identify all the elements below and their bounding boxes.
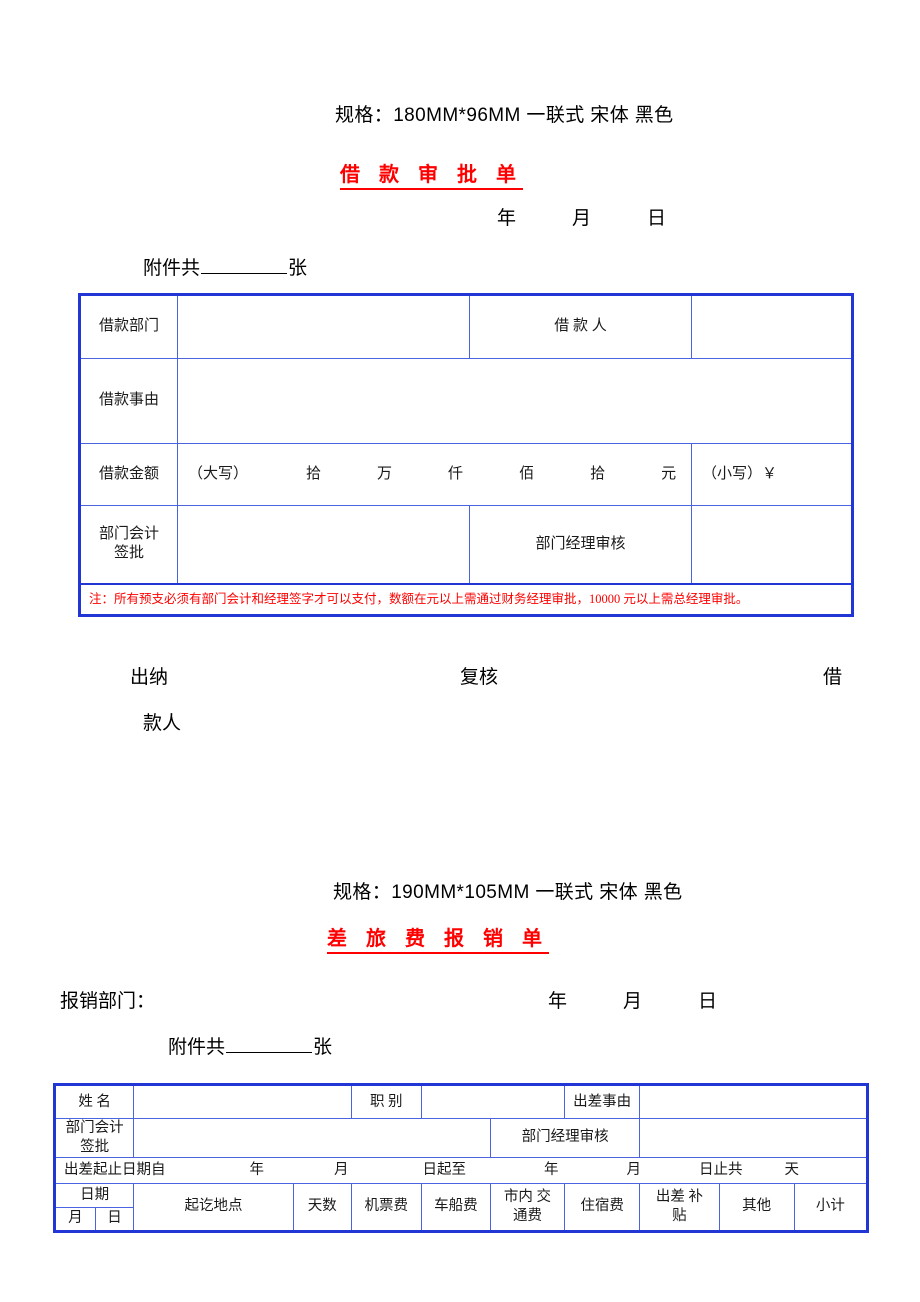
form1-amount-unit-0: 拾 <box>306 465 322 482</box>
form2-cell-accountant-label: 部门会计签批 <box>53 1118 135 1158</box>
form2-header-allowance: 出差 补 贴 <box>639 1182 720 1232</box>
form2-attachment-prefix: 附件共 <box>168 1037 226 1058</box>
form1-accountant-label-line2: 签批 <box>113 545 144 562</box>
table-row: 借款事由 <box>79 358 853 444</box>
form2-header-route: 起讫地点 <box>133 1182 294 1232</box>
form1-cell-accountant-value[interactable] <box>177 505 470 584</box>
form2-trip-dayto: 日止共 <box>699 1161 743 1178</box>
table-row: 部门会计签批 部门经理审核 <box>53 1118 868 1158</box>
form2-header-lodging: 住宿费 <box>564 1182 641 1232</box>
form1-footer-borrower-part1: 借 <box>823 667 843 688</box>
form2-department-label: 报销部门： <box>60 991 156 1012</box>
form1-date-line: 年月日 <box>497 203 666 230</box>
form2-cell-name-label: 姓 名 <box>53 1084 135 1119</box>
form2-header-transport-fare: 车船费 <box>420 1182 491 1232</box>
form2-header-city-transport: 市内 交 通费 <box>489 1182 566 1232</box>
form2-header-city-transport-line2: 通费 <box>512 1207 542 1224</box>
form2-attachment-suffix: 张 <box>313 1037 333 1058</box>
table-row: 注：所有预支必须有部门会计和经理签字才可以支付，数额在元以上需通过财务经理审批，… <box>79 582 853 616</box>
form1-amount-unit-1: 万 <box>377 465 393 482</box>
form1-cell-reason-value[interactable] <box>177 358 853 444</box>
form1-amount-unit-4: 拾 <box>590 465 606 482</box>
form1-attachment-prefix: 附件共 <box>143 258 201 279</box>
form2-cell-purpose-value[interactable] <box>639 1084 868 1119</box>
form2-date-month: 月 <box>623 991 643 1012</box>
form1-attachment-blank[interactable] <box>201 259 288 274</box>
table-row: 姓 名 职 别 出差事由 <box>53 1084 868 1119</box>
form1-cell-dept-value[interactable] <box>177 294 470 359</box>
form2-header-date-month: 月 <box>54 1206 96 1232</box>
form2-cell-position-label: 职 别 <box>350 1084 422 1119</box>
form1-spec-line: 规格：180MM*96MM 一联式 宋体 黑色 <box>335 105 674 126</box>
table-row: 借款金额 （大写） 拾 万 仟 佰 拾 元 （小写）￥ <box>79 443 853 506</box>
form2-table: 姓 名 职 别 出差事由 部门会计签批 部门经理审核 出差起止日期自年月日起至年… <box>53 1083 869 1233</box>
form2-header-airfare: 机票费 <box>350 1182 422 1232</box>
form2-attachment-line: 附件共 张 <box>168 1032 332 1059</box>
form2-date-day: 日 <box>698 991 718 1012</box>
form1-cell-manager-value[interactable] <box>691 505 853 584</box>
table-row: 借款部门 借 款 人 <box>79 294 853 359</box>
table-row: 出差起止日期自 年 月 日起至 年 月 日止共 天 <box>54 1156 868 1184</box>
form2-header-other: 其他 <box>718 1182 795 1232</box>
form2-attachment-blank[interactable] <box>226 1038 313 1053</box>
form2-cell-purpose-label: 出差事由 <box>564 1084 641 1119</box>
table-row: 部门会计 签批 部门经理审核 <box>79 505 853 584</box>
form2-spec-line: 规格：190MM*105MM 一联式 宋体 黑色 <box>333 882 683 903</box>
form1-cell-amount-capital[interactable]: （大写） 拾 万 仟 佰 拾 元 <box>177 443 692 506</box>
form1-date-day: 日 <box>647 208 667 229</box>
form1-footer-cashier: 出纳 <box>130 667 169 688</box>
form2-header-subtotal: 小计 <box>793 1182 869 1232</box>
form2-header-date-day: 日 <box>94 1206 135 1232</box>
form1-amount-capital-prefix: （大写） <box>188 465 249 482</box>
form2-cell-name-value[interactable] <box>133 1084 352 1119</box>
form2-title: 差 旅 费 报 销 单 <box>327 922 549 954</box>
form2-date-line: 年月日 <box>548 986 717 1013</box>
form1-accountant-label-line1: 部门会计 <box>98 525 159 542</box>
form2-date-year: 年 <box>548 991 568 1012</box>
form2-cell-position-value[interactable] <box>420 1084 566 1119</box>
form2-trip-year2: 年 <box>544 1161 559 1178</box>
form1-table: 借款部门 借 款 人 借款事由 借款金额 （大写） 拾 万 仟 佰 拾 元 （小写）￥ 部门… <box>78 293 854 617</box>
document-page: 规格：180MM*96MM 一联式 宋体 黑色 借 款 审 批 单 年月日 附件… <box>0 0 920 1302</box>
form1-cell-accountant-label: 部门会计 签批 <box>79 505 178 584</box>
form2-trip-dayfrom: 日起至 <box>422 1161 467 1178</box>
form1-title: 借 款 审 批 单 <box>340 158 523 190</box>
form1-note: 注：所有预支必须有部门会计和经理签字才可以支付，数额在元以上需通过财务经理审批，… <box>79 582 853 616</box>
form1-cell-borrower-label: 借 款 人 <box>469 294 692 359</box>
form1-cell-amount-label: 借款金额 <box>79 443 178 506</box>
form1-date-month: 月 <box>572 208 592 229</box>
form2-cell-manager-label: 部门经理审核 <box>489 1118 641 1158</box>
form1-cell-borrower-value[interactable] <box>691 294 853 359</box>
form2-trip-date-range[interactable]: 出差起止日期自 年 月 日起至 年 月 日止共 天 <box>54 1156 868 1184</box>
form1-cell-reason-label: 借款事由 <box>79 358 178 444</box>
form1-amount-unit-3: 佰 <box>519 465 535 482</box>
form1-attachment-line: 附件共 张 <box>143 253 307 280</box>
form2-trip-year1: 年 <box>249 1161 265 1178</box>
form2-trip-month1: 月 <box>334 1161 349 1178</box>
form1-cell-manager-label: 部门经理审核 <box>469 505 692 584</box>
form2-trip-month2: 月 <box>626 1161 642 1178</box>
form2-header-allowance-line2: 贴 <box>672 1207 687 1224</box>
form1-amount-unit-5: 元 <box>661 465 677 482</box>
form1-amount-unit-2: 仟 <box>448 465 464 482</box>
form2-cell-manager-value[interactable] <box>639 1118 868 1158</box>
form1-footer-borrower-part2: 款人 <box>143 713 182 734</box>
form1-date-year: 年 <box>497 208 517 229</box>
form2-header-date-group: 日期 <box>53 1182 135 1208</box>
form2-header-allowance-line1: 出差 补 <box>655 1188 703 1205</box>
form2-trip-prefix: 出差起止日期自 <box>64 1161 166 1178</box>
form1-cell-amount-lowercase[interactable]: （小写）￥ <box>691 443 853 506</box>
form2-trip-days: 天 <box>784 1161 800 1178</box>
form2-header-city-transport-line1: 市内 交 <box>503 1188 552 1205</box>
form2-header-days: 天数 <box>292 1182 352 1232</box>
form1-attachment-suffix: 张 <box>288 258 308 279</box>
form1-footer-review: 复核 <box>460 667 499 688</box>
form2-cell-accountant-value[interactable] <box>133 1118 491 1158</box>
table-header-row: 日期 起讫地点 天数 机票费 车船费 市内 交 通费 住宿费 出差 补 贴 其他… <box>53 1182 869 1232</box>
form1-cell-dept-label: 借款部门 <box>79 294 178 359</box>
